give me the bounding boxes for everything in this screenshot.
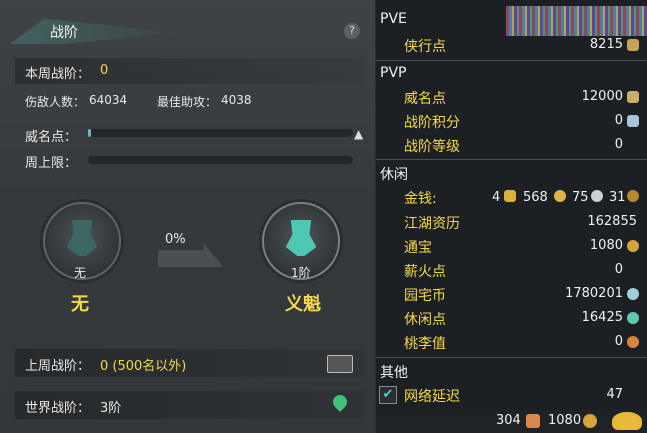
leisure-item-label: 桃李值 <box>404 336 446 352</box>
bottom-currency-bar: 304 1080 <box>376 410 647 433</box>
rank-panel: 战阶 ? 本周战阶： 0 伤敌人数： 64034 最佳助攻： 4038 威名点：… <box>0 0 375 433</box>
money-ingot: 75 <box>572 190 589 205</box>
pve-section-title: PVE <box>380 11 407 27</box>
assist-label: 最佳助攻： <box>157 95 218 109</box>
reward-chest-icon[interactable] <box>327 355 353 373</box>
leisure-section-title: 休闲 <box>380 167 408 183</box>
background-game-scene <box>506 6 647 36</box>
progress-percent: 0% <box>165 232 186 247</box>
header-brush-decoration <box>10 18 180 44</box>
divider <box>376 60 647 61</box>
bottom-right-value: 1080 <box>548 413 582 428</box>
silver-ingot-icon <box>591 190 603 202</box>
pvp-item-label: 战阶等级 <box>404 139 460 155</box>
leisure-item-label: 薪火点 <box>404 264 446 280</box>
last-week-rank-row: 上周战阶： 0 (500名以外) <box>15 349 365 377</box>
other-section-title: 其他 <box>380 365 408 381</box>
current-rank-name: 无 <box>71 294 89 315</box>
divider <box>376 357 647 358</box>
weekly-cap-progress-bar <box>88 156 353 164</box>
world-rank-value: 3阶 <box>100 401 122 416</box>
week-rank-row: 本周战阶： 0 <box>15 58 365 84</box>
fame-label: 威名点： <box>25 130 78 145</box>
leisure-item-value: 0 <box>614 334 623 349</box>
network-latency-value: 47 <box>606 387 623 402</box>
pvp-item-label: 威名点 <box>404 91 446 107</box>
kills-label: 伤敌人数： <box>25 95 86 109</box>
fame-point-icon <box>627 91 639 103</box>
last-week-value: 0 (500名以外) <box>100 359 187 374</box>
estate-coin-icon <box>627 288 639 300</box>
copper-coin-icon <box>627 190 639 202</box>
leisure-item-label: 江湖资历 <box>404 216 460 232</box>
leisure-item-value: 1080 <box>589 238 623 253</box>
leisure-item-value: 0 <box>614 262 623 277</box>
divider <box>376 159 647 160</box>
cap-marker-icon: ▲ <box>354 127 364 141</box>
next-rank-name: 义魁 <box>285 294 321 315</box>
last-week-label: 上周战阶： <box>25 359 91 374</box>
xiaxing-point-icon <box>627 39 639 51</box>
money-copper: 31 <box>609 190 626 205</box>
pve-item-label: 侠行点 <box>404 39 446 55</box>
tongbao-coin-icon <box>627 240 639 252</box>
week-rank-label: 本周战阶： <box>25 67 91 82</box>
panel-title: 战阶 <box>50 25 78 41</box>
money-silver: 568 <box>523 190 548 205</box>
leisure-point-icon <box>627 312 639 324</box>
pvp-item-label: 战阶积分 <box>404 115 460 131</box>
leisure-item-label: 园宅币 <box>404 288 446 304</box>
rank-score-icon <box>627 115 639 127</box>
ingot-icon <box>554 190 566 202</box>
fame-progress-fill <box>88 129 91 137</box>
next-rank-caption: 1阶 <box>291 266 311 280</box>
tongbao-coin-icon <box>583 414 597 428</box>
weekly-cap-label: 周上限： <box>25 156 78 171</box>
fame-progress-bar <box>88 129 353 137</box>
pvp-item-value: 0 <box>614 113 623 128</box>
pve-item-value: 8215 <box>589 37 623 52</box>
bottom-left-value: 304 <box>496 413 521 428</box>
gold-icon <box>504 190 516 202</box>
network-latency-checkbox[interactable]: ✔ <box>379 386 397 404</box>
current-rank-caption: 无 <box>74 266 87 280</box>
world-rank-row: 世界战阶： 3阶 <box>15 391 365 419</box>
help-icon[interactable]: ? <box>344 23 360 39</box>
kills-value: 64034 <box>89 93 128 107</box>
token-icon <box>526 414 540 428</box>
pvp-item-value: 0 <box>614 137 623 152</box>
assist-value: 4038 <box>221 93 252 107</box>
rank-badge-icon <box>66 220 98 256</box>
week-rank-value: 0 <box>100 63 109 78</box>
money-gold: 4 <box>492 190 501 205</box>
world-rank-label: 世界战阶： <box>25 401 91 416</box>
panel-header: 战阶 <box>0 12 375 46</box>
leisure-item-label: 通宝 <box>404 240 432 256</box>
leisure-item-value: 16425 <box>581 310 623 325</box>
shop-ingot-icon[interactable] <box>612 412 642 430</box>
pvp-item-value: 12000 <box>581 89 623 104</box>
peach-plum-icon <box>627 336 639 348</box>
leisure-item-label: 休闲点 <box>404 312 446 328</box>
leisure-item-value: 1780201 <box>565 286 623 301</box>
leisure-item-value: 162855 <box>587 214 637 229</box>
rank-badge-icon <box>285 220 317 256</box>
currency-panel: PVE 侠行点 8215 PVP 威名点 12000 战阶积分 0 战阶等级 0… <box>376 0 647 433</box>
money-label: 金钱: <box>404 191 437 207</box>
network-latency-label: 网络延迟 <box>404 389 460 405</box>
pvp-section-title: PVP <box>380 65 407 81</box>
